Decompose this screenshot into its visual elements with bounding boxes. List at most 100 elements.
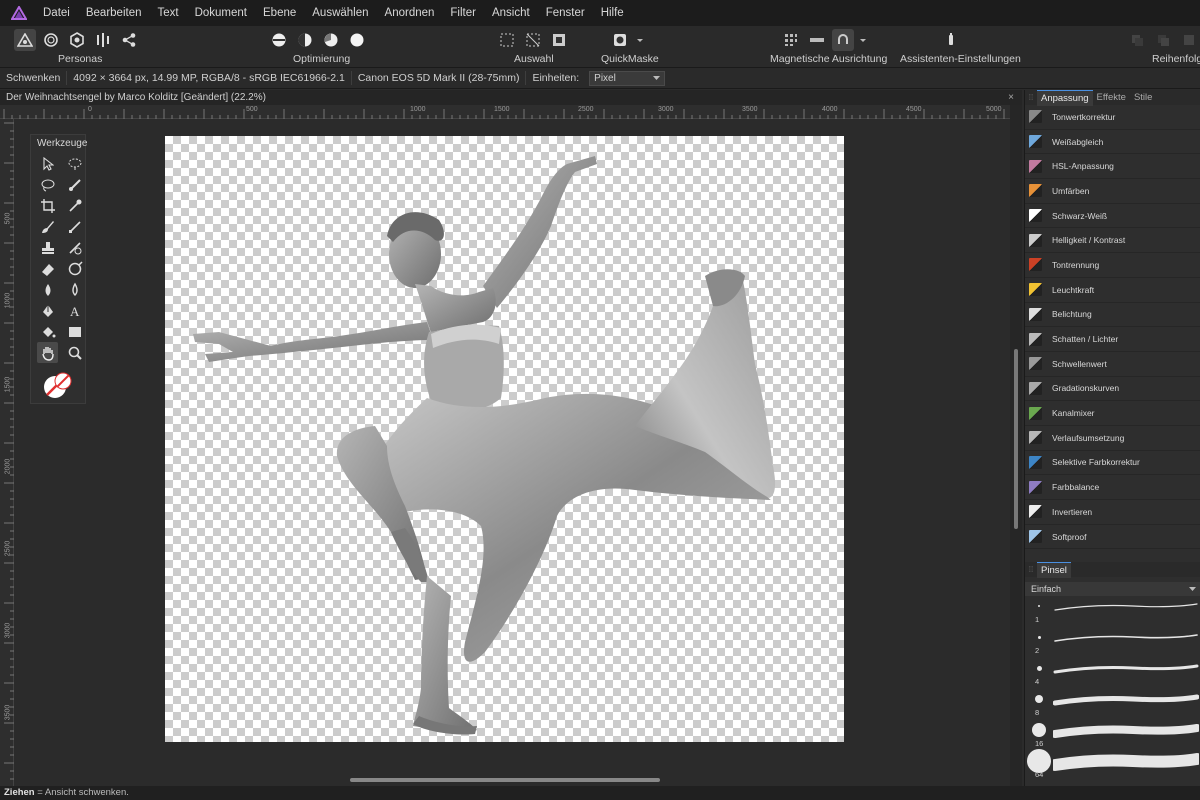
quickmask-dropdown-icon[interactable] [635, 29, 645, 51]
brush-preset[interactable]: 8 [1025, 689, 1200, 720]
invert-selection-icon[interactable] [548, 29, 570, 51]
adjustment-item[interactable]: Leuchtkraft [1025, 278, 1200, 303]
color-swatches[interactable] [31, 363, 85, 404]
color-picker-icon[interactable] [64, 195, 85, 216]
arrange-backward-icon[interactable] [1152, 29, 1174, 51]
arrange-front-icon[interactable] [1178, 29, 1200, 51]
select-all-icon[interactable] [496, 29, 518, 51]
menu-fenster[interactable]: Fenster [541, 0, 596, 26]
freehand-selection-icon[interactable] [64, 153, 85, 174]
menu-ansicht[interactable]: Ansicht [487, 0, 541, 26]
zoom-tool-icon[interactable] [64, 342, 85, 363]
tone-mapping-persona-icon[interactable] [92, 29, 114, 51]
panel-grip-icon[interactable]: ⁞⁞ [1025, 93, 1037, 102]
close-document-icon[interactable]: × [1008, 90, 1014, 105]
paint-brush-icon[interactable] [37, 216, 58, 237]
menu-bearbeiten[interactable]: Bearbeiten [81, 0, 153, 26]
horizontal-scrollbar[interactable] [14, 774, 1010, 786]
pixel-brush-icon[interactable] [64, 216, 85, 237]
adjustment-item[interactable]: Invertieren [1025, 500, 1200, 525]
assistant-icon[interactable] [940, 29, 962, 51]
adjustment-item[interactable]: Schatten / Lichter [1025, 327, 1200, 352]
adjustment-item[interactable]: Selektive Farbkorrektur [1025, 451, 1200, 476]
snapping-grid-icon[interactable] [780, 29, 802, 51]
adjustment-item[interactable]: Softproof [1025, 525, 1200, 550]
eraser-icon[interactable] [37, 258, 58, 279]
magnet-dropdown-icon[interactable] [858, 29, 868, 51]
adjustment-item[interactable]: Weißabgleich [1025, 130, 1200, 155]
selection-brush-icon[interactable] [64, 174, 85, 195]
brush-preset[interactable]: 64 [1025, 749, 1200, 782]
rectangle-tool-icon[interactable] [64, 321, 85, 342]
pen-tool-icon[interactable] [37, 300, 58, 321]
assistent-label: Assistenten-Einstellungen [900, 53, 1021, 65]
quickmask-icon[interactable] [609, 29, 631, 51]
healing-brush-icon[interactable] [64, 237, 85, 258]
blur-brush-icon[interactable] [37, 279, 58, 300]
image-canvas[interactable] [165, 136, 844, 742]
fill-tool-icon[interactable] [37, 321, 58, 342]
adjustment-icon [1029, 530, 1042, 544]
adjustment-label: Umfärben [1052, 185, 1090, 196]
menu-auswaehlen[interactable]: Auswählen [307, 0, 379, 26]
auto-contrast-icon[interactable] [294, 29, 316, 51]
snapping-bar-icon[interactable] [806, 29, 828, 51]
menu-filter[interactable]: Filter [445, 0, 487, 26]
adjustment-item[interactable]: Schwarz-Weiß [1025, 204, 1200, 229]
units-select[interactable]: Pixel [589, 70, 666, 86]
canvas-viewport[interactable] [14, 119, 1010, 786]
brush-preset[interactable]: 4 [1025, 658, 1200, 689]
adjustment-item[interactable]: Tontrennung [1025, 253, 1200, 278]
adjustment-item[interactable]: Gradationskurven [1025, 377, 1200, 402]
adjustment-item[interactable]: Farbbalance [1025, 475, 1200, 500]
liquify-persona-icon[interactable] [40, 29, 62, 51]
dodge-burn-icon[interactable] [64, 258, 85, 279]
brush-preset[interactable]: 2 [1025, 627, 1200, 658]
auto-colors-icon[interactable] [320, 29, 342, 51]
tab-pinsel[interactable]: Pinsel [1037, 561, 1071, 578]
develop-persona-icon[interactable] [66, 29, 88, 51]
arrange-back-icon[interactable] [1126, 29, 1148, 51]
adjustment-item[interactable]: Tonwertkorrektur [1025, 105, 1200, 130]
adjustment-item[interactable]: Umfärben [1025, 179, 1200, 204]
sharpen-brush-icon[interactable] [64, 279, 85, 300]
brush-preset[interactable]: 1 [1025, 596, 1200, 627]
adjustment-item[interactable]: Belichtung [1025, 303, 1200, 328]
adjustment-item[interactable]: HSL-Anpassung [1025, 154, 1200, 180]
vertical-scroll-thumb[interactable] [1014, 349, 1018, 529]
menu-text[interactable]: Text [152, 0, 189, 26]
panel-grip-icon[interactable]: ⁞⁞ [1025, 565, 1037, 574]
adjustment-item[interactable]: Verlaufsumsetzung [1025, 426, 1200, 451]
auto-levels-icon[interactable] [268, 29, 290, 51]
document-tab[interactable]: Der Weihnachtsengel by Marco Kolditz [Ge… [0, 90, 1022, 105]
adjustment-item[interactable]: Helligkeit / Kontrast [1025, 228, 1200, 254]
auto-white-balance-icon[interactable] [346, 29, 368, 51]
color-swatch-icon[interactable] [43, 371, 75, 401]
brush-category-select[interactable]: Einfach [1025, 582, 1200, 596]
menu-dokument[interactable]: Dokument [190, 0, 258, 26]
menu-hilfe[interactable]: Hilfe [596, 0, 635, 26]
affinity-photo-logo-icon[interactable] [0, 0, 38, 26]
crop-tool-icon[interactable] [37, 195, 58, 216]
tab-effekte[interactable]: Effekte [1093, 90, 1130, 105]
vertical-scrollbar[interactable] [1010, 105, 1022, 786]
adjustment-item[interactable]: Schwellenwert [1025, 352, 1200, 377]
menu-anordnen[interactable]: Anordnen [380, 0, 446, 26]
photo-persona-icon[interactable] [14, 29, 36, 51]
tab-stile[interactable]: Stile [1130, 90, 1156, 105]
hand-tool-icon[interactable] [37, 342, 58, 363]
magnet-icon[interactable] [832, 29, 854, 51]
menu-ebene[interactable]: Ebene [258, 0, 307, 26]
text-tool-icon[interactable]: A [64, 300, 85, 321]
horizontal-scroll-thumb[interactable] [350, 778, 660, 782]
brush-preset[interactable]: 16 [1025, 720, 1200, 751]
export-persona-icon[interactable] [118, 29, 140, 51]
brush-stroke-preview [1053, 724, 1199, 738]
move-tool-icon[interactable] [37, 153, 58, 174]
deselect-icon[interactable] [522, 29, 544, 51]
adjustment-item[interactable]: Kanalmixer [1025, 401, 1200, 426]
tab-anpassung[interactable]: Anpassung [1037, 89, 1093, 106]
clone-stamp-icon[interactable] [37, 237, 58, 258]
menu-datei[interactable]: Datei [38, 0, 81, 26]
lasso-icon[interactable] [37, 174, 58, 195]
